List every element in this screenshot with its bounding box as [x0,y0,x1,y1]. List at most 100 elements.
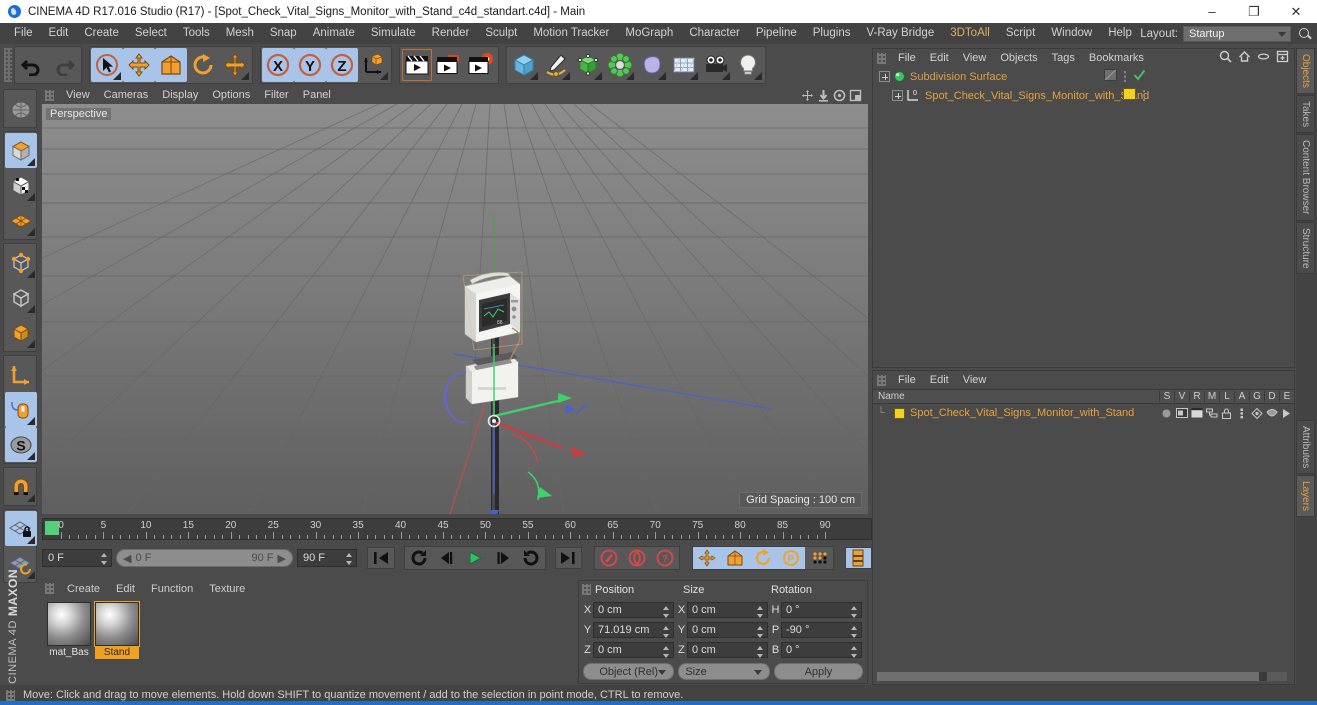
viewport-3d[interactable]: 88 Perspective Grid Spacing: 100 cm [42,104,868,514]
layer-column-m[interactable]: M [1204,391,1219,402]
axis-x-icon[interactable]: X [262,48,294,82]
object-menu-view[interactable]: View [956,52,994,64]
stepper-icon[interactable] [851,605,858,618]
coord-size-input[interactable]: 0 cm [687,641,768,658]
apply-button[interactable]: Apply [773,663,863,680]
visibility-dots-icon[interactable] [1142,89,1146,102]
viewport-navigation-icon[interactable] [5,91,37,126]
key-parameter-icon[interactable]: P [776,547,805,569]
menu-item-sculpt[interactable]: Sculpt [477,23,525,44]
menu-item-tools[interactable]: Tools [175,23,218,44]
light-icon[interactable] [732,48,764,82]
move-icon[interactable] [123,48,155,82]
material-item[interactable]: Stand [94,601,140,659]
minimize-button[interactable]: – [1191,0,1233,23]
layer-column-name[interactable]: Name [873,391,1159,402]
preview-range-bar[interactable]: ◀ 0 F 90 F ▶ [116,549,293,567]
mograph-array-icon[interactable] [604,48,636,82]
stepper-icon[interactable] [851,625,858,638]
layer-horizontal-scrollbar[interactable] [877,672,1287,681]
layer-column-a[interactable]: A [1234,391,1249,402]
menu-item-window[interactable]: Window [1043,23,1100,44]
rotate-icon[interactable] [187,48,219,82]
scroll-right-arrow-icon[interactable] [1277,672,1287,681]
view-icon[interactable] [1174,404,1189,422]
step-forward-icon[interactable] [489,547,517,569]
object-menu-objects[interactable]: Objects [993,52,1044,64]
solo-dot-icon[interactable] [1159,404,1174,422]
menu-item-animate[interactable]: Animate [305,23,363,44]
layer-column-d[interactable]: D [1264,391,1279,402]
layer-column-e[interactable]: E [1279,391,1294,402]
menu-item-script[interactable]: Script [998,23,1043,44]
play-icon[interactable] [461,547,489,569]
deformer-icon[interactable] [636,48,668,82]
side-tab-takes[interactable]: Takes [1296,94,1315,134]
object-row[interactable]: Subdivision Surface [873,67,1294,86]
object-grip[interactable] [877,52,886,64]
step-back-icon[interactable] [433,547,461,569]
layer-rows[interactable]: └ Spot_Check_Vital_Signs_Monitor_with_Sta… [873,404,1294,422]
side-tab-layers[interactable]: Layers [1296,475,1315,518]
menu-item-create[interactable]: Create [76,23,127,44]
render-region-icon[interactable] [433,48,465,82]
zoom-icon[interactable] [817,89,830,102]
viewport-menu-display[interactable]: Display [155,89,205,101]
layer-column-l[interactable]: L [1219,391,1234,402]
timeline-ruler[interactable]: 0 5 10 15 20 25 30 35 40 45 50 55 60 65 70 75 80 85 90 [42,518,872,540]
key-scale-icon[interactable] [720,547,749,569]
stepper-icon[interactable] [663,645,670,658]
scene-floor-icon[interactable] [668,48,700,82]
status-grip[interactable] [6,689,15,701]
layer-menu-file[interactable]: File [891,374,923,386]
key-position-icon[interactable] [692,547,721,569]
coord-rotation-input[interactable]: -90 ° [781,621,862,638]
coord-size-dropdown[interactable]: Size [678,663,770,680]
material-item[interactable]: mat_Bas [47,602,91,659]
layer-menu-view[interactable]: View [956,374,994,386]
side-tab-structure[interactable]: Structure [1296,221,1315,275]
menu-item-motion-tracker[interactable]: Motion Tracker [525,23,617,44]
expression-icon[interactable] [1279,404,1294,422]
menu-item-snap[interactable]: Snap [262,23,305,44]
stepper-icon[interactable] [663,605,670,618]
search-icon[interactable] [1297,26,1313,42]
stepper-icon[interactable] [346,553,353,565]
end-frame-input[interactable]: 90 F [297,549,358,567]
move-alt-icon[interactable] [219,48,251,82]
menu-item-mograph[interactable]: MoGraph [617,23,681,44]
menu-item-mesh[interactable]: Mesh [218,23,262,44]
menu-item-help[interactable]: Help [1100,23,1140,44]
stepper-icon[interactable] [757,645,764,658]
coord-rotation-input[interactable]: 0 ° [781,601,862,618]
object-tree[interactable]: Subdivision Surface 0 Spot_Check_Vital_Sig… [873,67,1294,365]
layout-dropdown[interactable]: Startup [1183,25,1291,42]
side-tab-objects[interactable]: Objects [1296,48,1315,94]
search-icon[interactable] [1219,50,1232,66]
link-icon[interactable] [1257,50,1270,66]
coord-position-input[interactable]: 0 cm [593,641,674,658]
select-live-icon[interactable] [91,48,123,82]
edge-mode-icon[interactable] [5,280,37,315]
key-pla-icon[interactable] [805,547,833,569]
stepper-icon[interactable] [101,553,108,565]
viewport-menu-cameras[interactable]: Cameras [97,89,156,101]
current-frame-input[interactable]: 0 F [42,549,113,567]
object-menu-edit[interactable]: Edit [923,52,956,64]
key-rotation-icon[interactable] [748,547,777,569]
layer-menu-edit[interactable]: Edit [923,374,956,386]
viewport-menu-panel[interactable]: Panel [296,89,338,101]
maximize-view-icon[interactable] [849,89,862,102]
coordinates-grip[interactable] [582,584,591,595]
stepper-icon[interactable] [663,625,670,638]
menu-item-3dtoall[interactable]: 3DToAll [942,23,998,44]
check-icon[interactable] [1133,69,1146,84]
menu-item-render[interactable]: Render [424,23,478,44]
material-menu-texture[interactable]: Texture [201,583,253,595]
rotate-view-icon[interactable] [833,89,846,102]
pan-icon[interactable] [801,89,814,102]
timeline-layout-icon[interactable] [844,547,872,569]
axis-z-icon[interactable]: Z [326,48,358,82]
generator-icon[interactable] [572,48,604,82]
cube-primitive-icon[interactable] [508,48,540,82]
